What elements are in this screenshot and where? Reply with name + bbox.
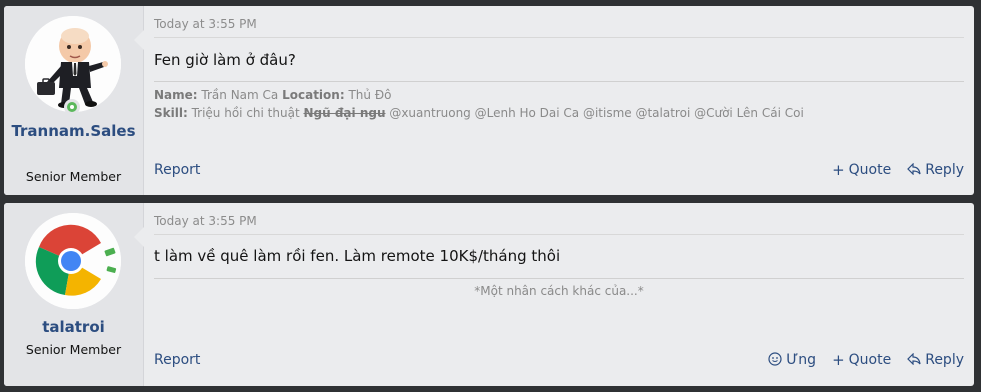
signature-location-label: Location: (282, 88, 345, 102)
user-cell: Trannam.Sales Senior Member (4, 6, 144, 195)
report-link[interactable]: Report (154, 352, 200, 368)
quote-label: Quote (848, 162, 892, 178)
report-link[interactable]: Report (154, 162, 200, 178)
signature-line-1: Name: Trần Nam Ca Location: Thủ Đô (154, 86, 804, 104)
signature-skill-struck: Ngũ đại ngu (303, 106, 386, 120)
boss-baby-avatar-icon (25, 16, 121, 112)
signature: *Một nhân cách khác của...* (474, 284, 644, 298)
quote-button[interactable]: + Quote (832, 352, 891, 368)
avatar[interactable] (25, 16, 121, 112)
post: talatroi Senior Member Today at 3:55 PM … (4, 203, 974, 386)
plus-icon: + (832, 351, 845, 369)
avatar[interactable] (25, 213, 121, 309)
post-timestamp[interactable]: Today at 3:55 PM (154, 17, 257, 31)
user-cell: talatroi Senior Member (4, 203, 144, 386)
quote-button[interactable]: + Quote (832, 162, 891, 178)
message-body: Fen giờ làm ở đâu? (154, 51, 296, 69)
reply-icon (907, 162, 921, 177)
message-body: t làm về quê làm rồi fen. Làm remote 10K… (154, 247, 561, 265)
ung-button[interactable]: Ưng (768, 352, 816, 368)
signature-name-value: Trần Nam Ca (201, 88, 279, 102)
post-actions: Report + Quote Reply (154, 162, 964, 178)
signature-name-label: Name: (154, 88, 198, 102)
like-icon (768, 352, 782, 368)
signature-divider (154, 81, 964, 82)
post-timestamp[interactable]: Today at 3:55 PM (154, 214, 257, 228)
post-actions: Report Ưng + Quote Reply (154, 352, 964, 368)
signature-divider (154, 278, 964, 279)
reply-icon (907, 352, 921, 367)
user-title: Senior Member (25, 169, 122, 184)
reply-button[interactable]: Reply (907, 162, 964, 178)
signature-mentions[interactable]: @xuantruong @Lenh Ho Dai Ca @itisme @tal… (389, 106, 803, 120)
username[interactable]: talatroi (10, 317, 137, 338)
reply-label: Reply (925, 162, 964, 178)
chrome-pacman-avatar-icon (25, 213, 121, 309)
post: Trannam.Sales Senior Member Today at 3:5… (4, 6, 974, 195)
signature-line-2: Skill: Triệu hồi chi thuật Ngũ đại ngu @… (154, 104, 804, 122)
reply-label: Reply (925, 352, 964, 368)
online-status-icon (64, 99, 80, 115)
message-cell: Today at 3:55 PM Fen giờ làm ở đâu? Name… (144, 6, 974, 195)
user-title: Senior Member (25, 342, 122, 357)
quote-label: Quote (848, 352, 892, 368)
signature: Name: Trần Nam Ca Location: Thủ Đô Skill… (154, 86, 804, 122)
divider (154, 234, 964, 235)
reply-button[interactable]: Reply (907, 352, 964, 368)
username[interactable]: Trannam.Sales (10, 121, 137, 142)
ung-label: Ưng (786, 352, 817, 368)
signature-skill-label: Skill: (154, 106, 188, 120)
divider (154, 37, 964, 38)
plus-icon: + (832, 161, 845, 179)
signature-location-value: Thủ Đô (348, 88, 392, 102)
signature-skill-value: Triệu hồi chi thuật (191, 106, 300, 120)
message-cell: Today at 3:55 PM t làm về quê làm rồi fe… (144, 203, 974, 386)
